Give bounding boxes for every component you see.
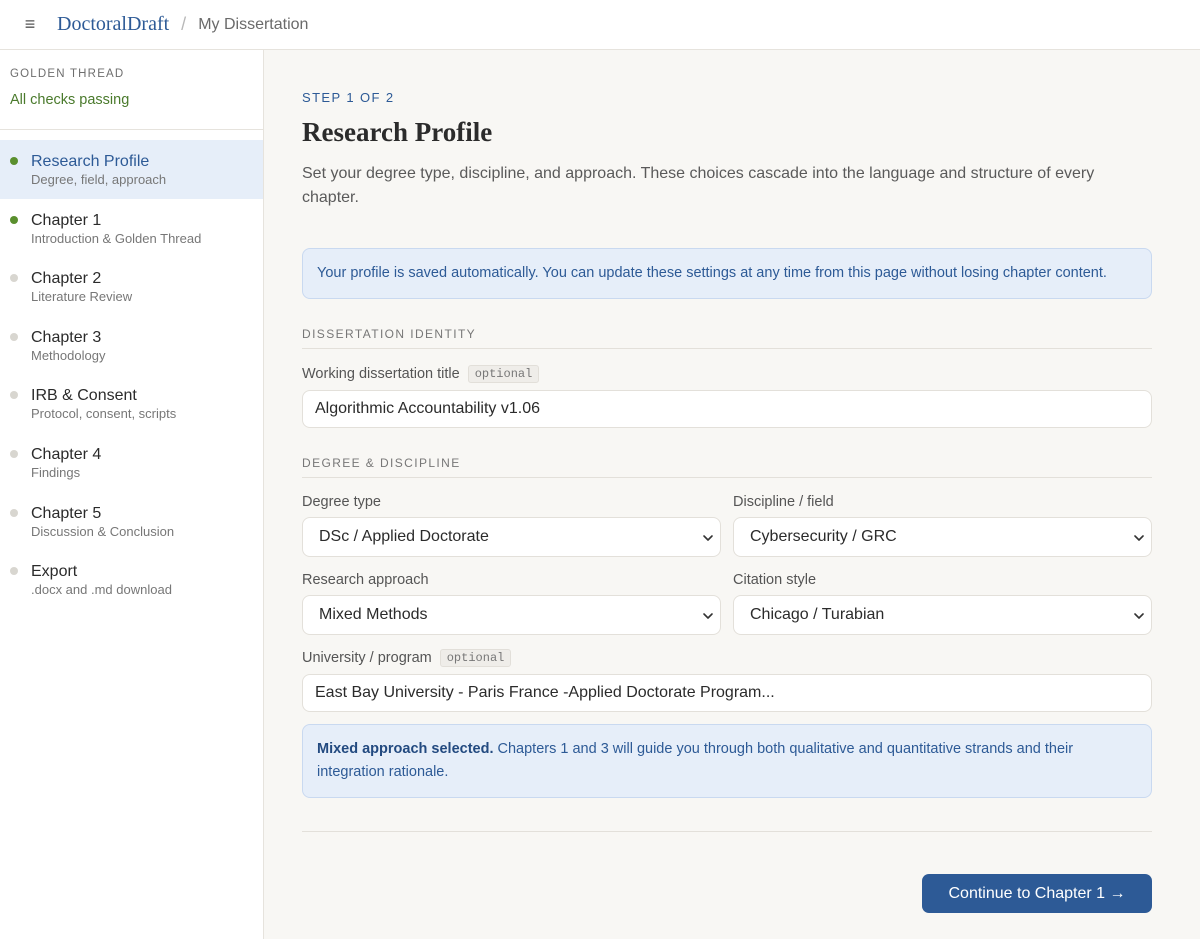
status-dot-icon — [10, 215, 18, 224]
sidebar-item-subtitle: Findings — [31, 464, 81, 480]
approach-note-bold: Mixed approach selected. — [317, 741, 494, 757]
university-program-input[interactable] — [302, 674, 1152, 712]
approach-value: Mixed Methods — [319, 606, 428, 623]
chevron-down-icon — [1134, 535, 1144, 541]
university-label-text: University / program — [302, 650, 432, 666]
sidebar-item-subtitle: Protocol, consent, scripts — [31, 406, 177, 422]
brand-logo[interactable]: DoctoralDraft — [57, 13, 169, 36]
status-dot-icon — [10, 274, 18, 283]
sidebar-item-chapter-1[interactable]: Chapter 1 Introduction & Golden Thread — [0, 199, 263, 258]
sidebar-item-title: Chapter 5 — [31, 504, 102, 522]
page-description: Set your degree type, discipline, and ap… — [302, 165, 1095, 206]
approach-note-banner: Mixed approach selected. Chapters 1 and … — [302, 724, 1152, 798]
autosave-info-banner: Your profile is saved automatically. You… — [302, 248, 1152, 299]
sidebar-item-research-profile[interactable]: Research Profile Degree, field, approach — [0, 140, 263, 199]
status-dot-icon — [10, 157, 18, 165]
main-content: STEP 1 OF 2 Research Profile Set your de… — [264, 50, 1200, 939]
sidebar-item-chapter-5[interactable]: Chapter 5 Discussion & Conclusion — [0, 492, 263, 551]
sidebar-item-subtitle: Degree, field, approach — [31, 172, 167, 187]
degree-type-select[interactable]: DSc / Applied Doctorate — [302, 517, 721, 557]
status-dot-icon — [10, 449, 18, 458]
continue-button[interactable]: Continue to Chapter 1 → — [922, 874, 1152, 913]
hamburger-menu-icon[interactable]: ≡ — [0, 0, 60, 50]
title-label-text: Working dissertation title — [302, 366, 460, 382]
degree-type-value: DSc / Applied Doctorate — [319, 528, 489, 545]
discipline-select[interactable]: Cybersecurity / GRC — [733, 517, 1152, 557]
sidebar-item-title: Export — [31, 563, 78, 581]
chevron-down-icon — [703, 535, 713, 541]
status-dot-icon — [10, 508, 18, 517]
sidebar-item-title: Chapter 2 — [31, 270, 102, 288]
sidebar-item-chapter-3[interactable]: Chapter 3 Methodology — [0, 316, 263, 375]
section-heading-identity: DISSERTATION IDENTITY — [302, 327, 1152, 349]
sidebar-item-export[interactable]: Export .docx and .md download — [0, 550, 263, 609]
discipline-value: Cybersecurity / GRC — [750, 528, 897, 545]
status-dot-icon — [10, 391, 18, 400]
optional-badge: optional — [467, 365, 540, 383]
sidebar-item-subtitle: .docx and .md download — [31, 582, 172, 598]
golden-thread-status: All checks passing — [10, 92, 130, 108]
sidebar-item-title: Chapter 4 — [31, 445, 102, 463]
citation-value: Chicago / Turabian — [750, 606, 885, 623]
chevron-down-icon — [1134, 613, 1144, 619]
sidebar-item-title: Chapter 3 — [31, 328, 102, 346]
university-field-label: University / program optional — [302, 649, 1152, 667]
title-field-label: Working dissertation title optional — [302, 365, 1152, 383]
breadcrumb-current[interactable]: My Dissertation — [198, 16, 308, 34]
sidebar-item-title: Chapter 1 — [31, 211, 102, 229]
footer-divider — [302, 831, 1152, 832]
sidebar-item-subtitle: Methodology — [31, 347, 106, 363]
sidebar-item-subtitle: Introduction & Golden Thread — [31, 230, 202, 246]
sidebar-item-subtitle: Literature Review — [31, 289, 133, 305]
sidebar: GOLDEN THREAD All checks passing Researc… — [0, 50, 264, 939]
status-dot-icon — [10, 567, 18, 576]
citation-style-select[interactable]: Chicago / Turabian — [733, 595, 1152, 635]
golden-thread-panel: GOLDEN THREAD All checks passing — [0, 50, 263, 130]
citation-label: Citation style — [733, 572, 817, 588]
step-indicator: STEP 1 OF 2 — [302, 90, 395, 105]
section-heading-degree: DEGREE & DISCIPLINE — [302, 456, 1152, 478]
chevron-down-icon — [703, 613, 713, 619]
status-dot-icon — [10, 332, 18, 341]
page-title: Research Profile — [302, 117, 493, 147]
approach-label: Research approach — [302, 572, 429, 588]
sidebar-item-chapter-2[interactable]: Chapter 2 Literature Review — [0, 257, 263, 316]
breadcrumb-separator: / — [181, 14, 187, 34]
top-bar: ≡ DoctoralDraft / My Dissertation — [0, 0, 1200, 50]
optional-badge: optional — [439, 649, 512, 667]
sidebar-item-chapter-4[interactable]: Chapter 4 Findings — [0, 433, 263, 492]
golden-thread-label: GOLDEN THREAD — [10, 68, 125, 80]
sidebar-item-title: IRB & Consent — [31, 387, 137, 405]
discipline-label: Discipline / field — [733, 494, 834, 510]
sidebar-item-irb-consent[interactable]: IRB & Consent Protocol, consent, scripts — [0, 374, 263, 433]
sidebar-item-title: Research Profile — [31, 153, 150, 170]
chapter-nav: Research Profile Degree, field, approach C… — [0, 130, 263, 609]
sidebar-item-subtitle: Discussion & Conclusion — [31, 523, 175, 539]
research-approach-select[interactable]: Mixed Methods — [302, 595, 721, 635]
dissertation-title-input[interactable] — [302, 390, 1152, 428]
degree-type-label: Degree type — [302, 494, 381, 510]
